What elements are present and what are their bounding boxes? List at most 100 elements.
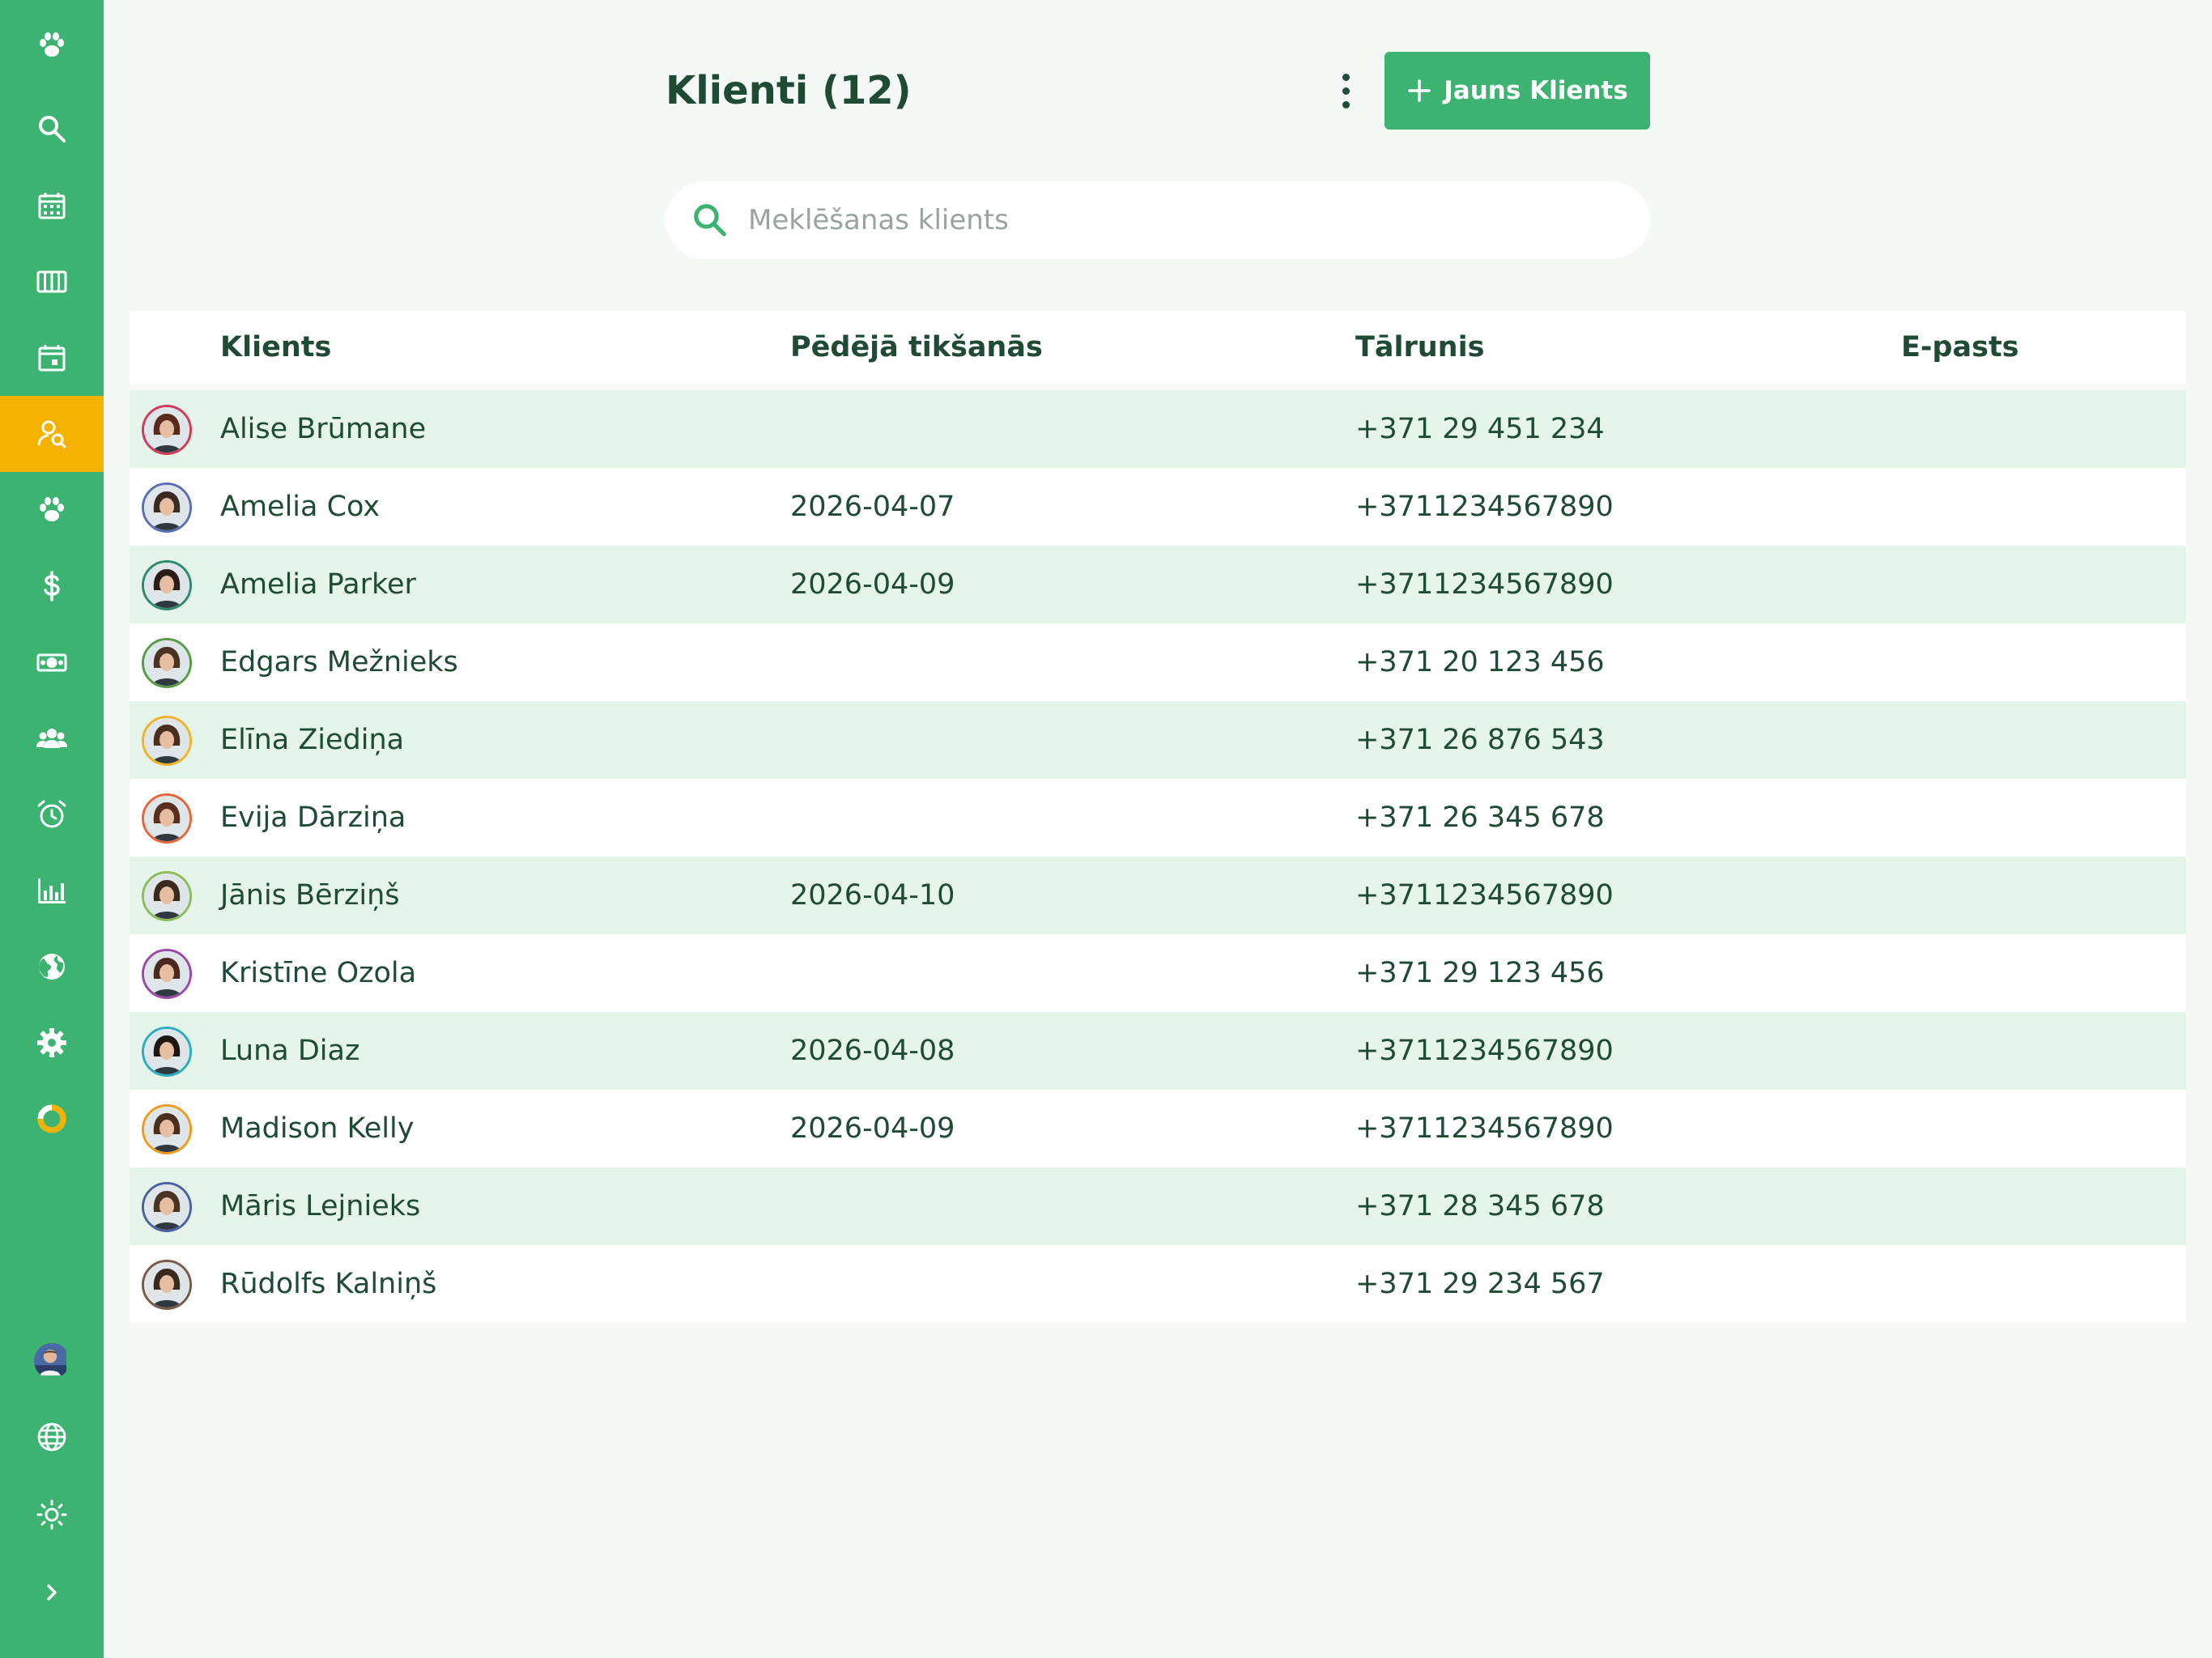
client-photo-icon	[144, 796, 189, 841]
avatar	[142, 793, 192, 844]
sidebar-item-reports[interactable]	[0, 852, 104, 929]
phone: +371 29 234 567	[1355, 1268, 1605, 1300]
table-row[interactable]: Amelia Parker 2026-04-09 +3711234567890	[130, 546, 2186, 623]
search-icon	[694, 204, 726, 236]
new-client-label: Jauns Klients	[1444, 76, 1628, 105]
sidebar-item-website[interactable]	[0, 929, 104, 1005]
sidebar-item-clients[interactable]	[0, 396, 104, 472]
sidebar-expand[interactable]	[0, 1554, 104, 1630]
more-dot	[1342, 100, 1350, 108]
client-name[interactable]: Madison Kelly	[220, 1112, 414, 1145]
last-meeting: 2026-04-09	[790, 568, 955, 601]
client-name[interactable]: Luna Diaz	[220, 1035, 359, 1067]
client-name[interactable]: Amelia Parker	[220, 568, 416, 601]
table-row[interactable]: Rūdolfs Kalniņš +371 29 234 567	[130, 1245, 2186, 1323]
sidebar-theme-toggle[interactable]	[0, 1477, 104, 1553]
table-row[interactable]: Jānis Bērziņš 2026-04-10 +3711234567890	[130, 857, 2186, 934]
sidebar-language[interactable]	[0, 1399, 104, 1475]
phone: +3711234567890	[1355, 491, 1614, 523]
client-photo-icon	[144, 874, 189, 919]
client-name[interactable]: Māris Lejnieks	[220, 1190, 420, 1222]
sidebar-item-team[interactable]	[0, 700, 104, 776]
column-header-phone[interactable]: Tālrunis	[1355, 331, 1484, 363]
table-row[interactable]: Māris Lejnieks +371 28 345 678	[130, 1167, 2186, 1245]
client-name[interactable]: Amelia Cox	[220, 491, 380, 523]
phone: +371 28 345 678	[1355, 1190, 1605, 1222]
table-row[interactable]: Luna Diaz 2026-04-08 +3711234567890	[130, 1012, 2186, 1090]
dollar-icon	[44, 571, 60, 602]
client-name[interactable]: Evija Dārziņa	[220, 801, 406, 834]
sidebar-item-pricing[interactable]	[0, 548, 104, 624]
sidebar-item-onboarding[interactable]	[0, 1081, 104, 1157]
sidebar-item-board[interactable]	[0, 244, 104, 320]
client-photo-icon	[144, 1029, 189, 1074]
avatar	[142, 1260, 192, 1310]
search-input[interactable]	[747, 203, 1600, 237]
last-meeting: 2026-04-10	[790, 879, 955, 912]
language-globe-icon	[37, 1422, 66, 1452]
client-photo-icon	[144, 563, 189, 608]
sidebar-item-pets[interactable]	[0, 472, 104, 548]
avatar	[142, 483, 192, 533]
table-body: Alise Brūmane +371 29 451 234 Amelia Cox 20…	[130, 390, 2186, 1323]
group-icon	[36, 729, 67, 748]
client-photo-icon	[144, 951, 189, 997]
client-photo-icon	[144, 485, 189, 530]
sidebar-item-appointments[interactable]	[0, 320, 104, 396]
search-box[interactable]	[666, 181, 1650, 259]
table-row[interactable]: Kristīne Ozola +371 29 123 456	[130, 934, 2186, 1012]
new-client-button[interactable]: Jauns Klients	[1385, 52, 1650, 130]
globe-filled-icon	[39, 954, 65, 980]
table-row[interactable]: Edgars Mežnieks +371 20 123 456	[130, 623, 2186, 701]
more-options-button[interactable]	[1328, 68, 1363, 113]
avatar	[142, 638, 192, 688]
client-photo-icon	[144, 718, 189, 763]
avatar	[142, 871, 192, 921]
client-name[interactable]: Rūdolfs Kalniņš	[220, 1268, 436, 1300]
sidebar-item-settings[interactable]	[0, 1005, 104, 1081]
table-row[interactable]: Amelia Cox 2026-04-07 +3711234567890	[130, 468, 2186, 546]
table-row[interactable]: Alise Brūmane +371 29 451 234	[130, 390, 2186, 468]
calendar-icon	[38, 193, 66, 219]
client-name[interactable]: Elīna Ziediņa	[220, 724, 404, 756]
column-header-last-meeting[interactable]: Pēdējā tikšanās	[790, 331, 1043, 363]
sidebar-item-calendar[interactable]	[0, 168, 104, 244]
bar-chart-icon	[38, 878, 66, 903]
last-meeting: 2026-04-07	[790, 491, 955, 523]
sidebar-item-reminders[interactable]	[0, 776, 104, 852]
avatar	[142, 1027, 192, 1077]
avatar	[142, 1182, 192, 1232]
cash-icon	[36, 653, 67, 672]
sidebar	[0, 0, 104, 1658]
sidebar-item-payments[interactable]	[0, 624, 104, 700]
table-row[interactable]: Evija Dārziņa +371 26 345 678	[130, 779, 2186, 857]
phone: +3711234567890	[1355, 879, 1614, 912]
calendar-day-icon	[38, 345, 66, 372]
column-header-email[interactable]: E-pasts	[1901, 331, 2019, 363]
phone: +3711234567890	[1355, 1035, 1614, 1067]
client-name[interactable]: Alise Brūmane	[220, 413, 426, 445]
plus-icon	[1408, 79, 1431, 102]
phone: +371 29 123 456	[1355, 957, 1605, 989]
client-photo-icon	[144, 1184, 189, 1230]
sidebar-user-profile[interactable]	[0, 1323, 104, 1399]
table-header: Klients Pēdējā tikšanās Tālrunis E-pasts	[130, 311, 2186, 390]
phone: +371 26 876 543	[1355, 724, 1605, 756]
more-dot	[1342, 87, 1350, 95]
columns-icon	[36, 270, 67, 293]
column-header-client[interactable]: Klients	[220, 331, 331, 363]
client-photo-icon	[144, 640, 189, 686]
table-row[interactable]: Elīna Ziediņa +371 26 876 543	[130, 701, 2186, 779]
avatar	[142, 949, 192, 999]
paw-icon	[40, 32, 64, 57]
avatar	[142, 716, 192, 766]
last-meeting: 2026-04-08	[790, 1035, 955, 1067]
alarm-icon	[37, 800, 66, 828]
client-name[interactable]: Kristīne Ozola	[220, 957, 416, 989]
sidebar-item-pets-home[interactable]	[0, 7, 104, 83]
client-name[interactable]: Jānis Bērziņš	[220, 879, 399, 912]
table-row[interactable]: Madison Kelly 2026-04-09 +3711234567890	[130, 1090, 2186, 1167]
client-photo-icon	[144, 1262, 189, 1307]
sidebar-item-search[interactable]	[0, 91, 104, 167]
client-name[interactable]: Edgars Mežnieks	[220, 646, 458, 678]
